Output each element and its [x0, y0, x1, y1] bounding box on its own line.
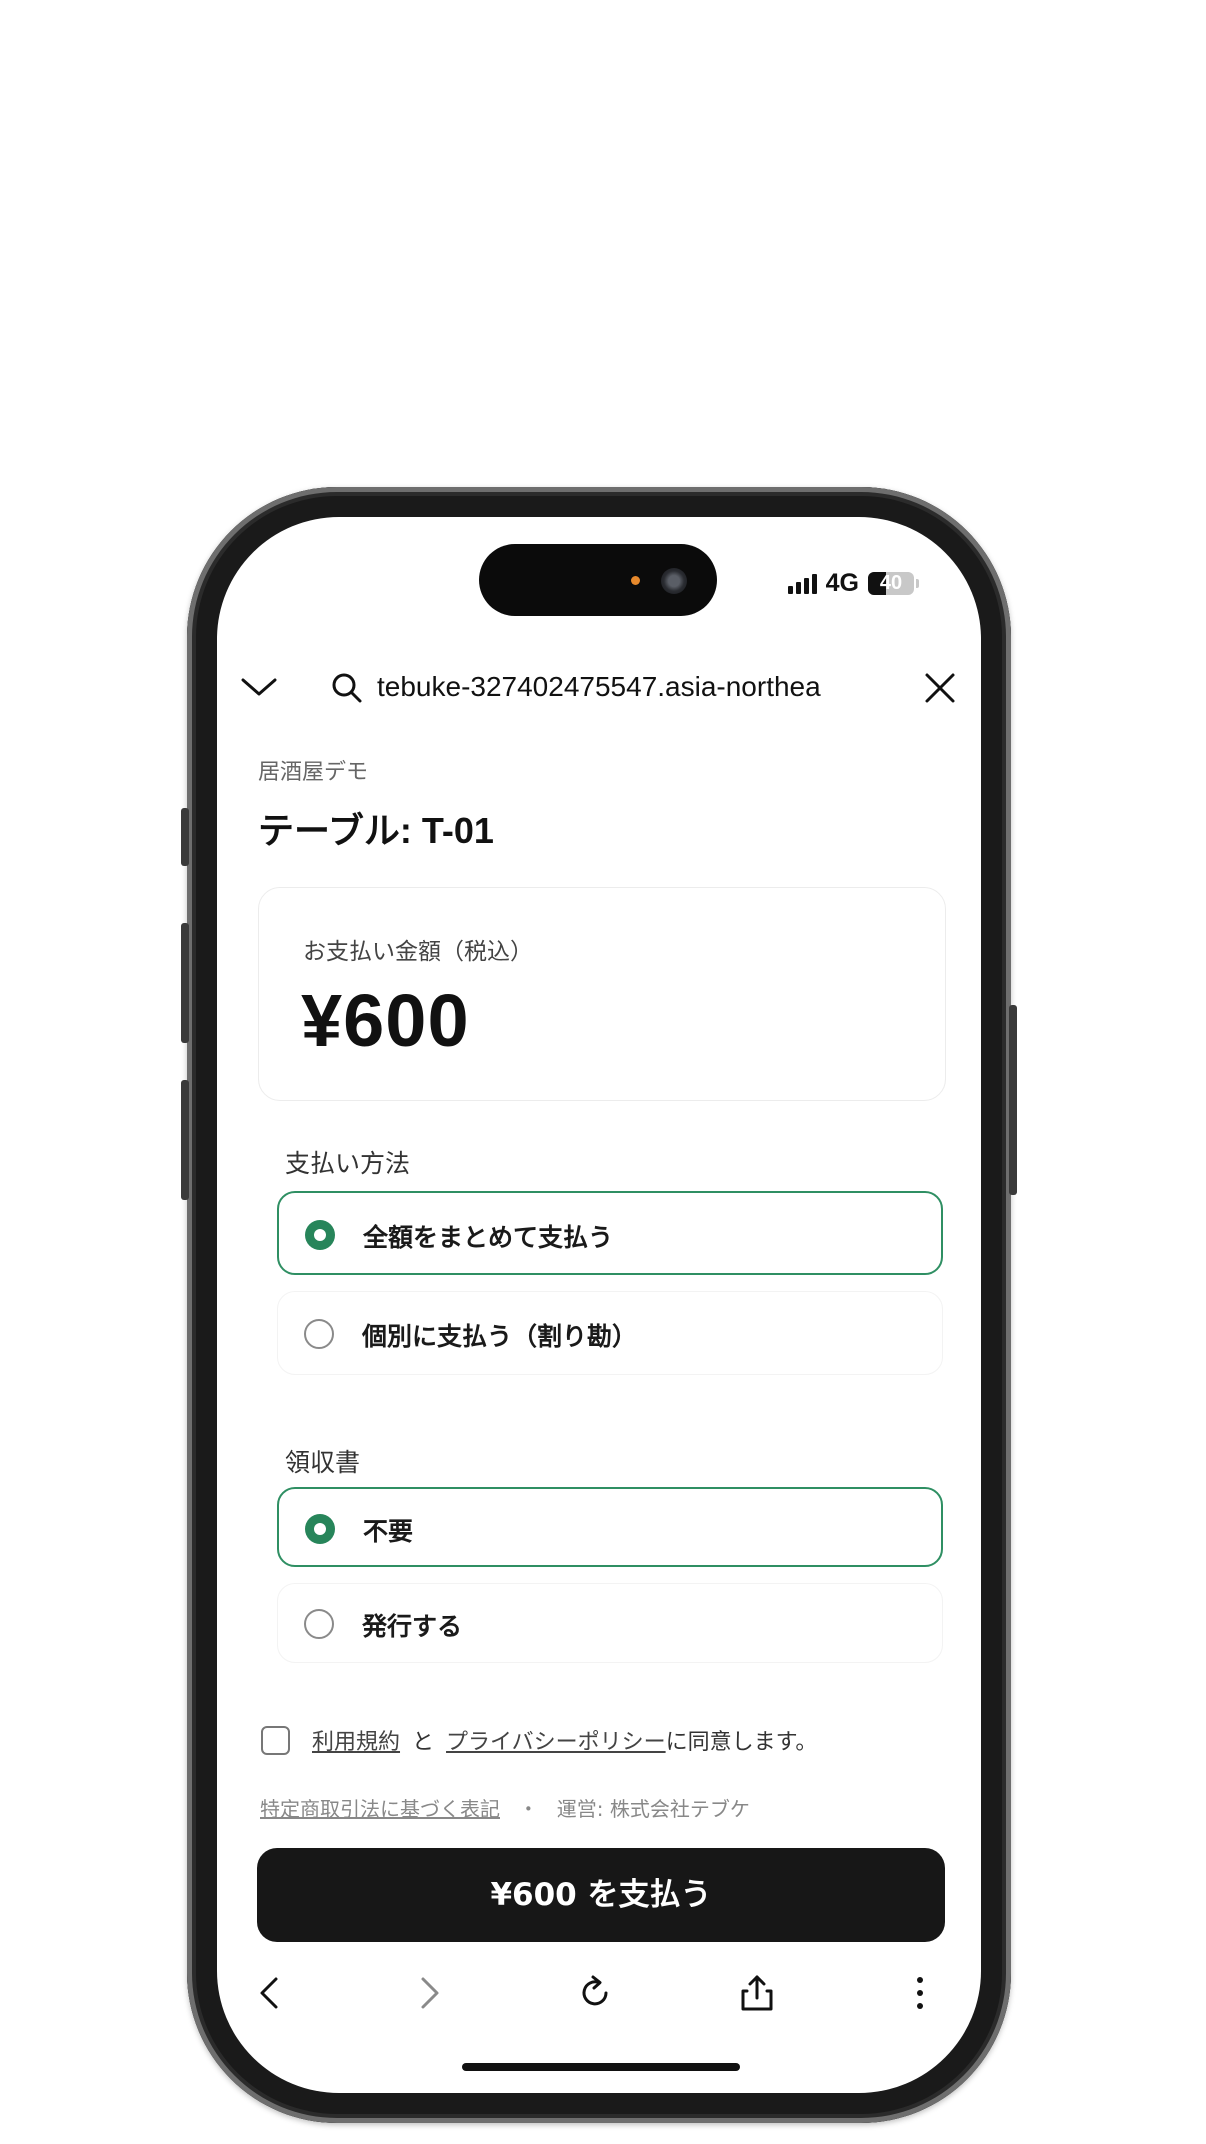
- receipt-option-label: 発行する: [362, 1612, 463, 1641]
- browser-url-bar: tebuke-327402475547.asia-northea: [217, 657, 981, 717]
- radio-selected[interactable]: [305, 1514, 335, 1544]
- payment-option-split[interactable]: 個別に支払う（割り勘）: [277, 1291, 943, 1375]
- battery-icon: 40: [868, 572, 914, 595]
- radio-unselected[interactable]: [304, 1319, 334, 1349]
- table-label: テーブル: T-01: [258, 810, 494, 851]
- radio-unselected[interactable]: [304, 1609, 334, 1639]
- status-bar: 4G 40: [787, 569, 919, 598]
- receipt-title: 領収書: [285, 1448, 361, 1477]
- side-button-silent: [181, 808, 189, 866]
- operator-text: 運営: 株式会社テブケ: [556, 1797, 750, 1821]
- payment-option-full[interactable]: 全額をまとめて支払う: [277, 1191, 943, 1275]
- legal-link[interactable]: 特定商取引法に基づく表記: [260, 1797, 500, 1821]
- receipt-option-label: 不要: [363, 1517, 414, 1546]
- consent-and: と: [412, 1730, 435, 1755]
- consent-checkbox[interactable]: [261, 1725, 290, 1755]
- amount-label: お支払い金額（税込）: [303, 939, 533, 965]
- forward-icon[interactable]: [409, 1973, 449, 2013]
- home-indicator[interactable]: [462, 2063, 740, 2071]
- store-name: 居酒屋デモ: [258, 760, 369, 785]
- close-icon[interactable]: [921, 669, 959, 707]
- payment-option-label: 全額をまとめて支払う: [363, 1223, 614, 1252]
- side-button-volume-up: [181, 923, 189, 1043]
- receipt-option-issue[interactable]: 発行する: [277, 1583, 943, 1663]
- receipt-option-none[interactable]: 不要: [277, 1487, 943, 1567]
- signal-icon: [787, 573, 817, 594]
- side-button-power: [1009, 1005, 1017, 1195]
- legal-separator: ・: [518, 1797, 539, 1821]
- consent-suffix: に同意します。: [665, 1730, 818, 1755]
- reload-icon[interactable]: [575, 1973, 615, 2013]
- url-text[interactable]: tebuke-327402475547.asia-northea: [377, 669, 867, 705]
- amount-value: ¥600: [301, 979, 470, 1062]
- front-camera: [661, 568, 687, 594]
- payment-method-title: 支払い方法: [285, 1149, 411, 1178]
- browser-toolbar: [217, 1957, 981, 2027]
- search-icon: [330, 671, 364, 705]
- consent-row: 利用規約 と プライバシーポリシー に同意します。: [261, 1724, 817, 1756]
- battery-tip: [916, 579, 919, 588]
- back-icon[interactable]: [250, 1973, 290, 2013]
- privacy-indicator-dot: [631, 576, 640, 585]
- radio-selected[interactable]: [305, 1220, 335, 1250]
- amount-card: お支払い金額（税込） ¥600: [258, 887, 946, 1101]
- legal-row: 特定商取引法に基づく表記 ・ 運営: 株式会社テブケ: [260, 1793, 750, 1822]
- privacy-link[interactable]: プライバシーポリシー: [446, 1724, 666, 1756]
- payment-option-label: 個別に支払う（割り勘）: [362, 1322, 638, 1351]
- phone-screen: 4G 40 tebuke-327402475547.asia-northea 居…: [217, 517, 981, 2093]
- chevron-down-icon[interactable]: [237, 669, 281, 705]
- network-type: 4G: [825, 569, 859, 597]
- side-button-volume-down: [181, 1080, 189, 1200]
- share-icon[interactable]: [737, 1973, 777, 2013]
- terms-link[interactable]: 利用規約: [312, 1724, 400, 1756]
- more-icon[interactable]: [900, 1973, 940, 2013]
- dynamic-island: [479, 544, 717, 616]
- pay-button[interactable]: ¥600 を支払う: [257, 1848, 945, 1942]
- battery-level: 40: [879, 572, 903, 594]
